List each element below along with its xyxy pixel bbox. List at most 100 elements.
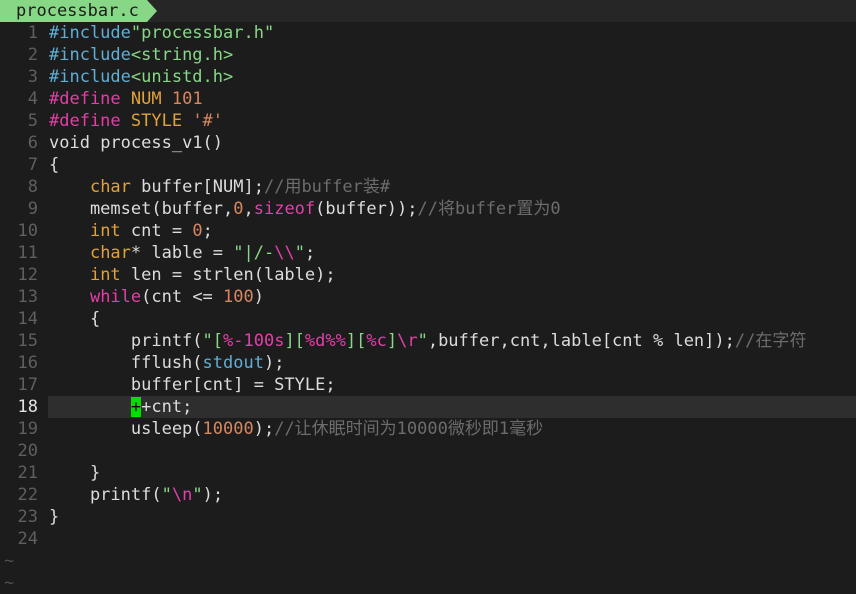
code-token: int <box>89 265 121 285</box>
code-editor[interactable]: 1 #include"processbar.h" 2 #include<string.… <box>0 22 856 594</box>
code-line[interactable]: 14 { <box>0 308 856 330</box>
code-token: ] <box>386 331 398 351</box>
code-line[interactable]: 1 #include"processbar.h" <box>0 22 856 44</box>
code-token: ); <box>263 353 285 373</box>
code-line[interactable]: 6 void process_v1() <box>0 132 856 154</box>
line-number: 17 <box>17 375 38 395</box>
code-line[interactable]: 2 #include<string.h> <box>0 44 856 66</box>
code-token: " <box>192 485 203 505</box>
code-token: fflush( <box>49 353 203 373</box>
code-token: 0 <box>192 221 203 241</box>
code-text: printf("\n"); <box>49 484 223 506</box>
code-token: , <box>243 199 254 219</box>
line-number: 2 <box>27 45 38 65</box>
code-token: //在字符 <box>734 331 807 351</box>
code-text: char buffer[NUM];//用buffer装# <box>49 176 390 198</box>
code-text: buffer[cnt] = STYLE; <box>49 374 336 396</box>
code-line[interactable]: 20 <box>0 440 856 462</box>
code-line[interactable]: 3 #include<unistd.h> <box>0 66 856 88</box>
code-line[interactable]: 12 int len = strlen(lable); <box>0 264 856 286</box>
code-line[interactable]: 24 <box>0 528 856 550</box>
code-line[interactable]: 13 while(cnt <= 100) <box>0 286 856 308</box>
line-number: 10 <box>17 221 38 241</box>
code-line[interactable]: 9 memset(buffer,0,sizeof(buffer));//将buf… <box>0 198 856 220</box>
code-token: } <box>49 507 60 527</box>
line-number: 19 <box>17 419 38 439</box>
code-token: len = strlen(lable); <box>120 265 336 285</box>
line-number: 14 <box>17 309 38 329</box>
line-number: 21 <box>17 463 38 483</box>
code-token: sizeof <box>253 199 316 219</box>
code-line[interactable]: 17 buffer[cnt] = STYLE; <box>0 374 856 396</box>
code-line[interactable]: 18 ++cnt; <box>0 396 856 418</box>
line-number: 23 <box>17 507 38 527</box>
code-token: " <box>294 243 305 263</box>
code-token: while <box>89 287 142 307</box>
code-token: printf( <box>49 331 203 351</box>
code-text: usleep(10000);//让休眠时间为10000微秒即1毫秒 <box>49 418 543 440</box>
text-cursor: + <box>130 397 142 417</box>
code-token: #include <box>49 67 131 87</box>
code-token: ][ <box>284 331 305 351</box>
code-token: ; <box>304 243 316 263</box>
code-text: ++cnt; <box>49 396 192 418</box>
tilde-marker: ~ <box>4 551 15 571</box>
line-number: 1 <box>27 23 38 43</box>
line-number: 22 <box>17 485 38 505</box>
code-text: } <box>49 462 100 484</box>
code-line[interactable]: 22 printf("\n"); <box>0 484 856 506</box>
line-number: 24 <box>17 529 38 549</box>
code-token: memset(buffer, <box>49 199 234 219</box>
code-token: %d%% <box>304 331 346 351</box>
code-token: stdout <box>202 353 264 373</box>
code-text: { <box>49 154 59 176</box>
tab-filename: processbar.c <box>16 1 139 21</box>
code-text: #include<string.h> <box>49 44 233 66</box>
code-token: ); <box>253 419 275 439</box>
code-token: char <box>89 243 131 263</box>
code-token: (buffer)); <box>315 199 418 219</box>
code-line[interactable]: 4 #define NUM 101 <box>0 88 856 110</box>
vim-tabline: processbar.c <box>0 0 856 22</box>
code-line[interactable]: 7{ <box>0 154 856 176</box>
code-line[interactable]: 15 printf("[%-100s][%d%%][%c]\r",buffer,… <box>0 330 856 352</box>
code-text: memset(buffer,0,sizeof(buffer));//将buffe… <box>49 198 561 220</box>
code-text: #define NUM 101 <box>49 88 203 110</box>
code-token: #define <box>49 89 121 109</box>
code-line[interactable]: 10 int cnt = 0; <box>0 220 856 242</box>
code-token: cnt = <box>120 221 193 241</box>
line-number: 4 <box>27 89 38 109</box>
code-token: { <box>49 309 101 329</box>
code-token: (cnt <= <box>141 287 224 307</box>
code-token: buffer[NUM]; <box>130 177 264 197</box>
code-token: "|/- <box>233 243 275 263</box>
file-tab[interactable]: processbar.c <box>0 0 147 22</box>
code-token: ); <box>202 485 224 505</box>
code-line[interactable]: 19 usleep(10000);//让休眠时间为10000微秒即1毫秒 <box>0 418 856 440</box>
code-line[interactable]: 21 } <box>0 462 856 484</box>
code-line[interactable]: 11 char* lable = "|/-\\"; <box>0 242 856 264</box>
code-token: usleep( <box>49 419 203 439</box>
code-line[interactable]: 8 char buffer[NUM];//用buffer装# <box>0 176 856 198</box>
code-token: { <box>49 155 60 175</box>
code-token: //让休眠时间为10000微秒即1毫秒 <box>274 419 544 439</box>
code-token: \n <box>171 485 193 505</box>
code-line[interactable]: 23} <box>0 506 856 528</box>
code-text: char* lable = "|/-\\"; <box>49 242 315 264</box>
code-token: \r <box>397 331 418 351</box>
code-token: \\ <box>274 243 295 263</box>
code-token: * lable = <box>130 243 234 263</box>
empty-buffer-line: ~ <box>0 550 856 572</box>
code-token: NUM <box>120 89 172 109</box>
code-line[interactable]: 16 fflush(stdout); <box>0 352 856 374</box>
code-line[interactable]: 5 #define STYLE '#' <box>0 110 856 132</box>
code-token: " <box>161 485 172 505</box>
code-token: ][ <box>345 331 367 351</box>
code-text: int len = strlen(lable); <box>49 264 336 286</box>
